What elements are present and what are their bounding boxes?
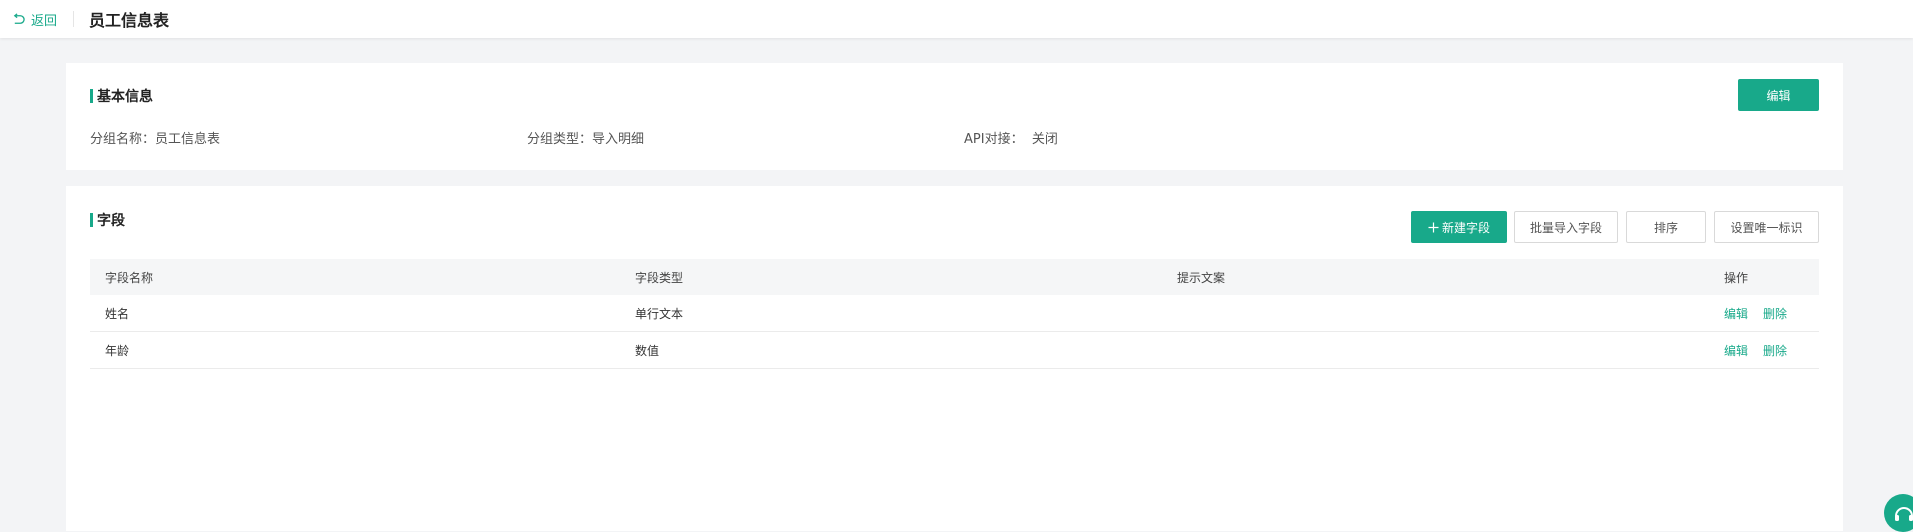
field-name: 年龄	[105, 343, 130, 358]
title-accent-bar	[90, 213, 93, 227]
column-header: 操作	[1724, 270, 1749, 285]
edit-basic-info-button[interactable]: 编辑	[1738, 79, 1819, 111]
fields-title-text: 字段	[97, 213, 125, 229]
undo-arrow-icon	[13, 12, 25, 24]
api-info: API对接： 关闭	[964, 132, 1058, 147]
new-field-label: 新建字段	[1441, 220, 1490, 235]
edit-row-link[interactable]: 编辑	[1724, 344, 1748, 358]
title-accent-bar	[90, 89, 93, 103]
column-header: 提示文案	[1177, 270, 1226, 285]
fields-table: 字段名称 字段类型 提示文案 操作 姓名 单行文本 编辑 删除 年龄 数值 编辑删…	[90, 259, 1819, 369]
back-label: 返回	[31, 13, 58, 29]
field-name: 姓名	[105, 306, 130, 321]
edit-row-link[interactable]: 编辑	[1724, 307, 1748, 321]
basic-info-title: 基本信息	[90, 86, 153, 106]
sort-button[interactable]: 排序	[1626, 211, 1706, 243]
new-field-button[interactable]: 新建字段	[1411, 211, 1507, 243]
field-type: 单行文本	[635, 306, 684, 321]
back-button[interactable]: 返回	[12, 10, 57, 29]
row-actions: 编辑 删除	[1724, 305, 1802, 322]
row-actions: 编辑 删除	[1724, 342, 1802, 359]
page-title: 员工信息表	[89, 11, 170, 30]
column-header: 字段名称	[105, 270, 154, 285]
delete-row-link[interactable]: 删除	[1763, 307, 1787, 321]
field-type: 数值	[635, 343, 660, 358]
plus-icon	[1428, 222, 1439, 232]
group-type-info: 分组类型：导入明细	[527, 132, 645, 147]
fields-title: 字段	[90, 210, 125, 230]
set-unique-id-button[interactable]: 设置唯一标识	[1714, 211, 1819, 243]
batch-import-button[interactable]: 批量导入字段	[1514, 211, 1618, 243]
group-name-info: 分组名称：员工信息表	[90, 132, 221, 147]
headset-icon	[1895, 507, 1913, 521]
table-header: 字段名称 字段类型 提示文案 操作	[90, 259, 1819, 295]
top-header: 返回 员工信息表	[0, 0, 1913, 38]
basic-info-title-text: 基本信息	[97, 89, 153, 105]
help-chat-button[interactable]	[1884, 494, 1913, 532]
fields-card: 字段 新建字段 批量导入字段 排序 设置唯一标识 字段名称 字段类型 提示文案 …	[66, 186, 1843, 531]
delete-row-link[interactable]: 删除	[1763, 344, 1787, 358]
table-row: 姓名 单行文本 编辑 删除	[90, 295, 1819, 332]
column-header: 字段类型	[635, 270, 684, 285]
basic-info-card: 基本信息 编辑 分组名称：员工信息表 分组类型：导入明细 API对接： 关闭	[66, 63, 1843, 170]
table-row: 年龄 数值 编辑 删除	[90, 332, 1819, 369]
header-divider	[73, 11, 75, 27]
